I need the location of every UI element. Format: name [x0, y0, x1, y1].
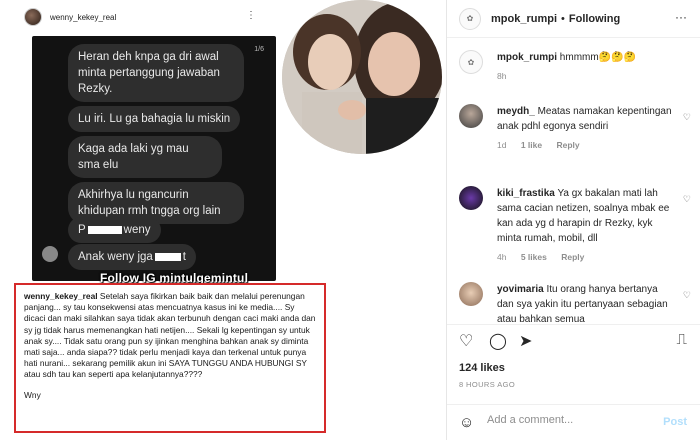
comment-body: meydh_ Meatas namakan kepentingan anak p…: [497, 104, 677, 153]
bookmark-icon[interactable]: ⎍: [676, 331, 687, 348]
like-heart-icon[interactable]: ♡: [459, 331, 473, 351]
caption-text: Setelah saya fikirkan baik baik dan mela…: [24, 291, 316, 380]
story-username: wenny_kekey_real: [50, 12, 117, 22]
reply-button[interactable]: Reply: [557, 140, 580, 150]
story-screenshot: wenny_kekey_real ⋮ 1/6 Heran deh knpa ga…: [14, 0, 276, 282]
comment-user[interactable]: meydh_: [497, 106, 535, 117]
photo-illustration: [282, 0, 442, 154]
comment-likes[interactable]: 5 likes: [521, 252, 547, 262]
comment-item: meydh_ Meatas namakan kepentingan anak p…: [459, 104, 695, 174]
avatar[interactable]: [459, 104, 483, 128]
post-timestamp: 8 HOURS AGO: [459, 380, 516, 389]
highlighted-caption: wenny_kekey_real Setelah saya fikirkan b…: [14, 283, 326, 433]
left-image-area: wenny_kekey_real ⋮ 1/6 Heran deh knpa ga…: [0, 0, 446, 440]
chat-bubble: Pweny: [68, 217, 161, 243]
comment-item: kiki_frastika Ya gx bakalan mati lah sam…: [459, 186, 695, 266]
heart-icon[interactable]: ♡: [683, 110, 691, 125]
avatar[interactable]: [459, 282, 483, 306]
heart-icon[interactable]: ♡: [683, 288, 691, 303]
comment-body: yovimaria Itu orang hanya bertanya dan s…: [497, 282, 677, 322]
separator-dot: •: [561, 12, 565, 25]
chat-bubble: Kaga ada laki yg mau sma elu: [68, 136, 222, 178]
chat-bubble: Heran deh knpa ga dri awal minta pertang…: [68, 44, 244, 102]
avatar: [24, 8, 42, 26]
redaction-bar: [87, 225, 122, 234]
chat-bubble-text: P: [78, 224, 86, 236]
comment-time[interactable]: 4h: [497, 252, 506, 262]
account-avatar[interactable]: ✿: [459, 7, 481, 30]
chat-bubble-text: weny: [123, 224, 151, 236]
chat-bubble-text: t: [182, 251, 186, 263]
comment-user[interactable]: mpok_rumpi: [497, 52, 557, 63]
comment-likes[interactable]: 1 like: [521, 140, 542, 150]
chat-bubble: Lu iri. Lu ga bahagia lu miskin: [68, 106, 241, 132]
comment-user[interactable]: kiki_frastika: [497, 188, 555, 199]
add-comment-bar: ☺ Post: [447, 404, 700, 440]
comments-panel: ✿ mpok_rumpi • Following ··· ✿ mpok_rump…: [446, 0, 700, 440]
chat-screenshot: 1/6 Heran deh knpa ga dri awal minta per…: [32, 36, 276, 281]
profile-photo: [282, 0, 442, 154]
redaction-bar: [154, 252, 181, 261]
caption-username: wenny_kekey_real: [24, 291, 98, 301]
comment-time[interactable]: 8h: [497, 71, 506, 81]
follow-button[interactable]: Following: [569, 13, 620, 25]
comment-body: mpok_rumpi hmmmm🤔🤔🤔 8h: [497, 50, 677, 84]
caption-signature: Wny: [24, 389, 41, 400]
story-header: wenny_kekey_real: [14, 0, 266, 34]
comment-text: hmmmm🤔🤔🤔: [559, 52, 637, 63]
heart-icon[interactable]: ♡: [683, 192, 691, 207]
chat-bubble-text: Anak weny jga: [78, 251, 153, 263]
more-options-icon[interactable]: ···: [675, 10, 687, 24]
share-send-icon[interactable]: ➤: [519, 331, 532, 351]
comment-time[interactable]: 1d: [497, 140, 506, 150]
action-bar: ♡ ◯ ➤ ⎍: [447, 324, 700, 354]
comment-meta: 1d 1 like Reply: [497, 138, 677, 153]
post-button[interactable]: Post: [663, 416, 687, 428]
comment-user[interactable]: yovimaria: [497, 284, 544, 295]
post-header: ✿ mpok_rumpi • Following ···: [447, 0, 700, 38]
avatar: [42, 246, 58, 262]
comment-bubble-icon[interactable]: ◯: [489, 331, 507, 351]
reply-button[interactable]: Reply: [561, 252, 584, 262]
page-indicator: 1/6: [254, 46, 264, 53]
avatar[interactable]: [459, 186, 483, 210]
comment-item: yovimaria Itu orang hanya bertanya dan s…: [459, 282, 695, 322]
comment-body: kiki_frastika Ya gx bakalan mati lah sam…: [497, 186, 677, 265]
account-name[interactable]: mpok_rumpi: [491, 13, 557, 25]
comment-meta: 8h: [497, 69, 677, 84]
comment-meta: 4h 5 likes Reply: [497, 250, 677, 265]
account-avatar[interactable]: ✿: [459, 50, 483, 74]
chat-bubble: Anak weny jga t: [68, 244, 196, 270]
more-vertical-icon: ⋮: [246, 10, 256, 21]
emoji-icon[interactable]: ☺: [459, 414, 474, 431]
comment-input[interactable]: [487, 414, 637, 426]
likes-count[interactable]: 124 likes: [459, 362, 505, 374]
